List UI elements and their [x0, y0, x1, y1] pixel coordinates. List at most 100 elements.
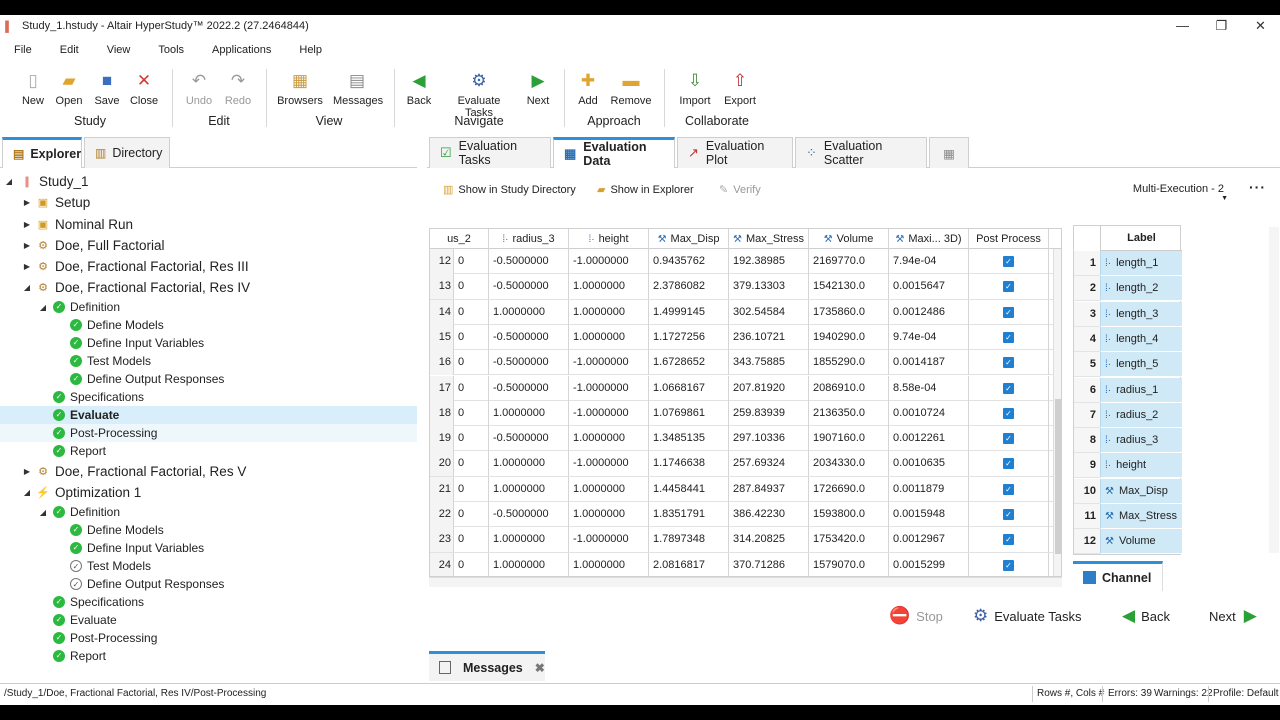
tab-directory[interactable]: ▥ Directory: [84, 137, 170, 168]
table-cell[interactable]: 0: [454, 426, 489, 452]
tree-item-post-processing[interactable]: ✓ Post-Processing: [0, 629, 417, 647]
label-item[interactable]: ⚒ Max_Disp: [1100, 478, 1182, 504]
column-header[interactable]: ⁞· height: [569, 229, 649, 249]
tab-more[interactable]: ▦: [929, 137, 969, 168]
table-cell[interactable]: 302.54584: [729, 299, 809, 325]
horizontal-scrollbar[interactable]: [429, 577, 1062, 587]
table-cell[interactable]: 236.10721: [729, 324, 809, 350]
tree-item-define-models[interactable]: ✓ Define Models: [0, 521, 417, 539]
expand-arrow-icon[interactable]: ▶: [22, 241, 32, 250]
table-cell[interactable]: 1.0000000: [489, 527, 569, 553]
tree-item-define-output-responses[interactable]: ✓ Define Output Responses: [0, 370, 417, 388]
table-cell[interactable]: 192.38985: [729, 249, 809, 274]
table-cell[interactable]: 0.0010635: [889, 451, 969, 477]
post-process-checkbox[interactable]: ✓: [1003, 534, 1014, 546]
table-cell[interactable]: 2.0816817: [649, 552, 729, 576]
table-cell[interactable]: 1.0000000: [569, 324, 649, 350]
status-errors[interactable]: Errors: 39: [1108, 688, 1152, 699]
tree-item-evaluate[interactable]: ✓ Evaluate: [0, 406, 417, 424]
table-cell[interactable]: 0: [454, 299, 489, 325]
table-cell[interactable]: 0.9435762: [649, 249, 729, 274]
table-cell[interactable]: 343.75885: [729, 350, 809, 376]
tree-item-specifications[interactable]: ✓ Specifications: [0, 388, 417, 406]
table-cell[interactable]: 7.94e-04: [889, 249, 969, 274]
close-window-button[interactable]: ✕: [1241, 15, 1280, 37]
table-cell[interactable]: 0: [454, 274, 489, 300]
table-cell[interactable]: 0.0015647: [889, 274, 969, 300]
table-cell[interactable]: 8.58e-04: [889, 375, 969, 401]
table-cell[interactable]: 2136350.0: [809, 400, 889, 426]
menu-file[interactable]: File: [0, 39, 46, 61]
table-row[interactable]: 17 0 -0.5000000 -1.0000000 1.0668167 207.8192…: [430, 375, 1061, 401]
collapse-arrow-icon[interactable]: ◢: [22, 488, 32, 497]
column-header[interactable]: ⚒ Volume: [809, 229, 889, 249]
table-cell[interactable]: -1.0000000: [569, 451, 649, 477]
collapse-arrow-icon[interactable]: ◢: [4, 177, 14, 186]
table-cell[interactable]: 9.74e-04: [889, 324, 969, 350]
table-cell[interactable]: 0.0015948: [889, 502, 969, 527]
table-cell[interactable]: -0.5000000: [489, 502, 569, 527]
table-row[interactable]: 16 0 -0.5000000 -1.0000000 1.6728652 343.7588…: [430, 350, 1061, 376]
table-cell[interactable]: -0.5000000: [489, 375, 569, 401]
label-item[interactable]: ⚒ Max_Stress: [1100, 504, 1182, 529]
back-button[interactable]: ◀ Back: [1122, 601, 1170, 631]
add-button[interactable]: ✚ Add: [565, 71, 611, 107]
post-process-checkbox[interactable]: ✓: [1003, 509, 1014, 520]
table-row[interactable]: 22 0 -0.5000000 1.0000000 1.8351791 386.42230…: [430, 502, 1061, 528]
tree-item-evaluate[interactable]: ✓ Evaluate: [0, 611, 417, 629]
tab-messages[interactable]: Messages ✖: [429, 651, 545, 681]
column-header[interactable]: ⚒ Max_Disp: [649, 229, 729, 249]
tab-channel[interactable]: Channel: [1073, 561, 1163, 591]
table-cell[interactable]: 1.0000000: [569, 476, 649, 502]
next-ribbon-button[interactable]: ▶ Next: [515, 71, 561, 107]
minimize-button[interactable]: —: [1163, 15, 1202, 37]
table-cell[interactable]: 0.0012486: [889, 299, 969, 325]
column-header[interactable]: ⚒ Maxi... 3D): [889, 229, 969, 249]
table-cell[interactable]: 0.0012967: [889, 527, 969, 553]
tree-item-post-processing[interactable]: ✓ Post-Processing: [0, 424, 417, 442]
column-header[interactable]: us_2: [430, 229, 489, 249]
table-cell[interactable]: -0.5000000: [489, 274, 569, 300]
table-row[interactable]: 23 0 1.0000000 -1.0000000 1.7897348 314.20825…: [430, 527, 1061, 553]
post-process-checkbox[interactable]: ✓: [1003, 483, 1014, 495]
redo-button[interactable]: ↷ Redo: [215, 71, 261, 107]
vertical-scrollbar[interactable]: [1053, 249, 1061, 576]
table-cell[interactable]: 0: [454, 350, 489, 376]
table-cell[interactable]: 0.0014187: [889, 350, 969, 376]
close-tab-icon[interactable]: ✖: [535, 661, 545, 675]
table-cell[interactable]: 1579070.0: [809, 552, 889, 576]
table-cell[interactable]: 1593800.0: [809, 502, 889, 527]
scrollbar-thumb[interactable]: [1055, 399, 1061, 554]
table-cell[interactable]: 0: [454, 502, 489, 527]
table-cell[interactable]: 0: [454, 249, 489, 274]
collapse-arrow-icon[interactable]: ◢: [22, 283, 32, 292]
remove-button[interactable]: ▬ Remove: [608, 71, 654, 107]
status-warnings[interactable]: Warnings: 22: [1154, 688, 1213, 699]
table-cell[interactable]: 1.8351791: [649, 502, 729, 527]
table-cell[interactable]: 297.10336: [729, 426, 809, 452]
tree-item-definition[interactable]: ◢ ✓ Definition: [0, 298, 417, 316]
tree-item-doe-res-iv[interactable]: ◢ ⚙ Doe, Fractional Factorial, Res IV: [0, 278, 417, 296]
table-row[interactable]: 14 0 1.0000000 1.0000000 1.4999145 302.54584 1…: [430, 299, 1061, 325]
table-row[interactable]: 20 0 1.0000000 -1.0000000 1.1746638 257.69324…: [430, 451, 1061, 477]
table-cell[interactable]: -1.0000000: [569, 375, 649, 401]
table-cell[interactable]: 1.0000000: [489, 552, 569, 576]
label-item[interactable]: ⁞· radius_2: [1100, 402, 1182, 428]
tree-item-doe-res-v[interactable]: ▶ ⚙ Doe, Fractional Factorial, Res V: [0, 462, 417, 480]
post-process-checkbox[interactable]: ✓: [1003, 331, 1014, 343]
table-cell[interactable]: 1.0000000: [569, 552, 649, 576]
post-process-checkbox[interactable]: ✓: [1003, 357, 1014, 369]
label-item[interactable]: ⁞· length_2: [1100, 276, 1182, 302]
label-item[interactable]: ⁞· length_5: [1100, 352, 1182, 378]
table-cell[interactable]: 1735860.0: [809, 299, 889, 325]
table-cell[interactable]: 0.0015299: [889, 552, 969, 576]
table-cell[interactable]: 1940290.0: [809, 324, 889, 350]
export-button[interactable]: ⇧ Export: [717, 71, 763, 107]
tree-item-doe-res-iii[interactable]: ▶ ⚙ Doe, Fractional Factorial, Res III: [0, 257, 417, 275]
table-cell[interactable]: 386.42230: [729, 502, 809, 527]
table-cell[interactable]: 1.0000000: [489, 299, 569, 325]
table-cell[interactable]: 1.0000000: [569, 299, 649, 325]
label-scrollbar[interactable]: [1269, 227, 1279, 553]
table-cell[interactable]: 2034330.0: [809, 451, 889, 477]
table-cell[interactable]: 370.71286: [729, 552, 809, 576]
